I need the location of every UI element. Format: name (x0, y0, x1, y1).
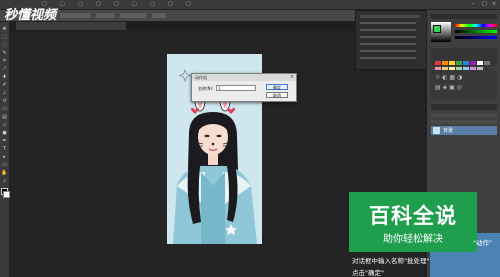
new-action-dialog: 动作组 × 名称(N): 1 确定 取消 (191, 73, 297, 102)
close-icon[interactable]: × (492, 1, 496, 7)
layers-panel-tabs[interactable] (431, 104, 497, 110)
crop-tool-icon[interactable]: ⌗ (1, 58, 8, 64)
option-control[interactable] (152, 13, 166, 18)
menu-item[interactable]: ▢ (150, 1, 155, 7)
panel-row[interactable] (360, 57, 416, 59)
swatch[interactable] (442, 61, 448, 65)
gradient-tool-icon[interactable]: ▤ (1, 114, 8, 120)
menu-item[interactable]: ▢ (168, 1, 173, 7)
menu-item[interactable]: ▢ (114, 1, 119, 7)
clone-stamp-tool-icon[interactable]: ⊥ (1, 90, 8, 96)
swatch[interactable] (463, 61, 469, 65)
option-control[interactable] (60, 13, 90, 18)
brand-title: 百科全说 (369, 204, 457, 228)
blur-tool-icon[interactable]: ◇ (1, 122, 8, 128)
marquee-tool-icon[interactable]: ⬚ (1, 34, 8, 40)
dodge-tool-icon[interactable]: ● (1, 130, 8, 136)
color-slider[interactable] (455, 30, 497, 33)
minimize-icon[interactable]: – (472, 1, 475, 7)
floating-panel (355, 10, 427, 70)
pen-tool-icon[interactable]: ✒ (1, 138, 8, 144)
hand-tool-icon[interactable]: ✋ (1, 170, 8, 176)
layer-name: 背景 (443, 128, 454, 134)
move-tool-icon[interactable]: ✥ (1, 26, 8, 32)
quick-select-tool-icon[interactable]: ✎ (1, 50, 8, 56)
swatch-row (435, 50, 491, 65)
hue-slider[interactable] (455, 24, 497, 27)
eraser-tool-icon[interactable]: ▭ (1, 106, 8, 112)
adjustment-icons[interactable]: ▤ ◈ ▣ ◎ (435, 84, 462, 91)
zoom-tool-icon[interactable]: ⌕ (1, 178, 8, 184)
ok-button[interactable]: 确定 (266, 84, 288, 90)
adjustments-panel: ☼ ◐ ▦ ◑ ▤ ◈ ▣ ◎ (431, 70, 497, 100)
history-brush-tool-icon[interactable]: ↺ (1, 98, 8, 104)
maximize-icon[interactable]: □ (482, 1, 487, 7)
panel-row[interactable] (360, 43, 416, 45)
document-tab[interactable] (16, 22, 126, 30)
panel-row[interactable] (360, 50, 416, 52)
swatch-row (435, 56, 491, 71)
caption-line-1: "动作" (473, 239, 492, 247)
watermark-logo: 秒懂视频 (4, 8, 57, 23)
swatch[interactable] (477, 61, 483, 65)
eyedropper-tool-icon[interactable]: ⁄ (1, 66, 8, 72)
swatch[interactable] (449, 61, 455, 65)
panel-tabs[interactable] (431, 14, 497, 19)
dialog-title: 动作组 (192, 74, 296, 81)
layer-row[interactable]: 背景 (431, 126, 497, 135)
shape-tool-icon[interactable]: ▭ (1, 162, 8, 168)
panel-row[interactable] (360, 22, 416, 24)
panel-row[interactable] (360, 36, 416, 38)
cancel-button[interactable]: 取消 (266, 92, 288, 98)
menu-bar: ▢ ▢ ▢ ▢ ▢ ▢ ▢ ▢ ▢ – □ × (0, 0, 500, 10)
menu-item[interactable]: ▢ (60, 1, 65, 7)
blend-mode-bar[interactable] (431, 120, 497, 124)
brand-subtitle: 助你轻松解决 (383, 234, 443, 245)
menu-item[interactable]: ▢ (132, 1, 137, 7)
layer-filter-bar[interactable] (431, 113, 497, 117)
panel-header (360, 15, 420, 18)
name-input[interactable]: 1 (216, 85, 256, 91)
swatch[interactable] (484, 61, 490, 65)
panel-row[interactable] (360, 29, 416, 31)
caption-line-3: 点击"确定" (352, 269, 384, 277)
swatches-panel (431, 48, 497, 71)
background-color-swatch[interactable] (3, 191, 10, 198)
foreground-swatch[interactable] (433, 25, 441, 33)
menu-item[interactable]: ▢ (96, 1, 101, 7)
color-slider[interactable] (455, 36, 497, 39)
menu-item[interactable]: ▢ (78, 1, 83, 7)
path-select-tool-icon[interactable]: ▸ (1, 154, 8, 160)
swatch[interactable] (456, 61, 462, 65)
option-control[interactable] (120, 13, 146, 18)
type-tool-icon[interactable]: T (1, 146, 8, 152)
healing-brush-tool-icon[interactable]: ✚ (1, 74, 8, 80)
option-control[interactable] (96, 13, 114, 18)
tools-panel: ✥ ⬚ ◌ ✎ ⌗ ⁄ ✚ ✐ ⊥ ↺ ▭ ▤ ◇ ● ✒ T ▸ ▭ ✋ ⌕ (0, 22, 10, 277)
caption-line-2: 对话框中输入名称"批处理" (352, 257, 430, 265)
dialog-close-icon[interactable]: × (290, 74, 294, 81)
adjustment-icons[interactable]: ☼ ◐ ▦ ◑ (435, 74, 462, 81)
name-field-label: 名称(N): (198, 86, 214, 91)
swatch[interactable] (470, 61, 476, 65)
swatch[interactable] (435, 61, 441, 65)
lasso-tool-icon[interactable]: ◌ (1, 42, 8, 48)
menu-item[interactable]: ▢ (186, 1, 191, 7)
brush-tool-icon[interactable]: ✐ (1, 82, 8, 88)
layer-thumbnail (433, 127, 440, 134)
